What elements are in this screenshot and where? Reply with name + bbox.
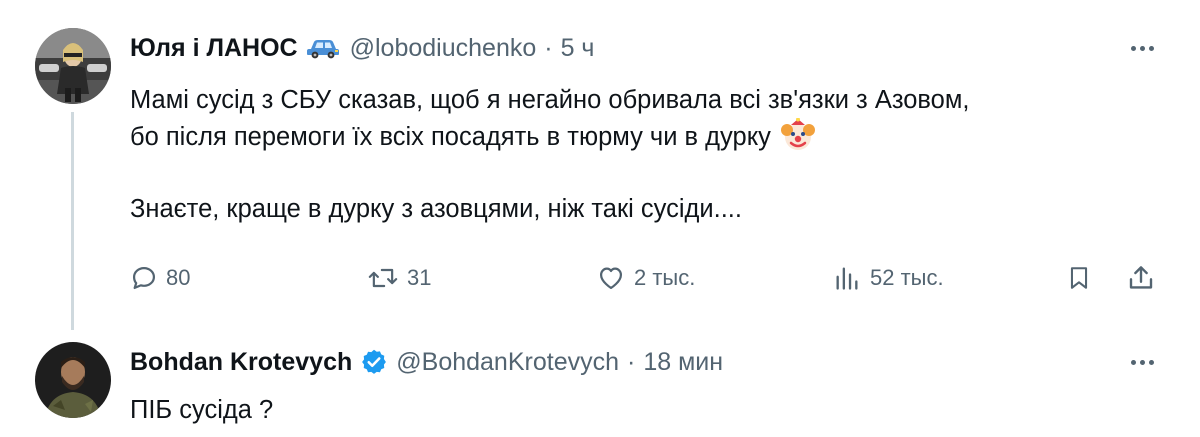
bookmark-button[interactable] <box>1066 258 1092 298</box>
dot-icon <box>1139 359 1145 365</box>
tweet-header: Юля і ЛАНОС @lobodiuchenko · 5 ч <box>130 31 594 65</box>
tweet-actions: 80 31 2 тыс. 52 тыс. <box>130 258 1170 298</box>
bookmark-icon <box>1070 267 1088 289</box>
separator-dot: · <box>627 347 636 376</box>
like-count: 2 тыс. <box>634 265 696 290</box>
timestamp[interactable]: 5 ч <box>561 34 595 63</box>
tweet-text-line: бо після перемоги їх всіх посадять в тюр… <box>130 117 969 155</box>
tweet-header: Bohdan Krotevych @BohdanKrotevych · 18 м… <box>130 345 723 379</box>
views-button[interactable]: 52 тыс. <box>832 258 944 298</box>
avatar[interactable] <box>35 342 111 418</box>
tweet-text-line: Знаєте, краще в дурку з азовцями, ніж та… <box>130 195 742 223</box>
share-icon <box>1129 266 1153 289</box>
handle[interactable]: @lobodiuchenko <box>350 34 537 63</box>
verified-badge-icon <box>360 348 388 376</box>
heart-icon <box>599 267 623 290</box>
car-emoji-icon <box>306 37 340 59</box>
retweet-icon <box>368 268 398 288</box>
dot-icon <box>1148 45 1154 51</box>
reply-button[interactable]: 80 <box>130 258 190 298</box>
tweet-first[interactable]: Юля і ЛАНОС @lobodiuchenko · 5 ч Мамі су… <box>0 0 1200 330</box>
reply-count: 80 <box>166 265 191 290</box>
handle[interactable]: @BohdanKrotevych <box>396 348 619 377</box>
tweet-text: Мамі сусід з СБУ сказав, щоб я негайно о… <box>130 82 969 227</box>
dot-icon <box>1130 359 1136 365</box>
tweet-text-line: Мамі сусід з СБУ сказав, щоб я негайно о… <box>130 86 970 114</box>
views-count: 52 тыс. <box>870 265 944 290</box>
separator-dot: · <box>544 33 553 62</box>
dot-icon <box>1139 45 1145 51</box>
avatar[interactable] <box>35 28 111 104</box>
clown-face-icon <box>780 117 815 152</box>
tweet-reply[interactable]: Bohdan Krotevych @BohdanKrotevych · 18 м… <box>0 330 1200 437</box>
tweet-text: ПІБ сусіда ? <box>130 392 273 428</box>
display-name[interactable]: Юля і ЛАНОС <box>130 34 298 63</box>
retweet-count: 31 <box>407 265 432 290</box>
tweet-text-line: ПІБ сусіда ? <box>130 396 274 424</box>
tweet-text-line-content: бо після перемоги їх всіх посадять в тюр… <box>130 123 771 151</box>
more-options-button[interactable] <box>1124 352 1160 372</box>
more-options-button[interactable] <box>1124 38 1160 58</box>
views-chart-icon <box>836 267 858 290</box>
thread-line <box>71 112 74 330</box>
dot-icon <box>1130 45 1136 51</box>
timestamp[interactable]: 18 мин <box>643 348 723 377</box>
share-button[interactable] <box>1126 258 1156 298</box>
like-button[interactable]: 2 тыс. <box>596 258 695 298</box>
retweet-button[interactable]: 31 <box>367 258 431 298</box>
dot-icon <box>1148 359 1154 365</box>
reply-icon <box>132 266 156 290</box>
display-name[interactable]: Bohdan Krotevych <box>130 348 352 377</box>
